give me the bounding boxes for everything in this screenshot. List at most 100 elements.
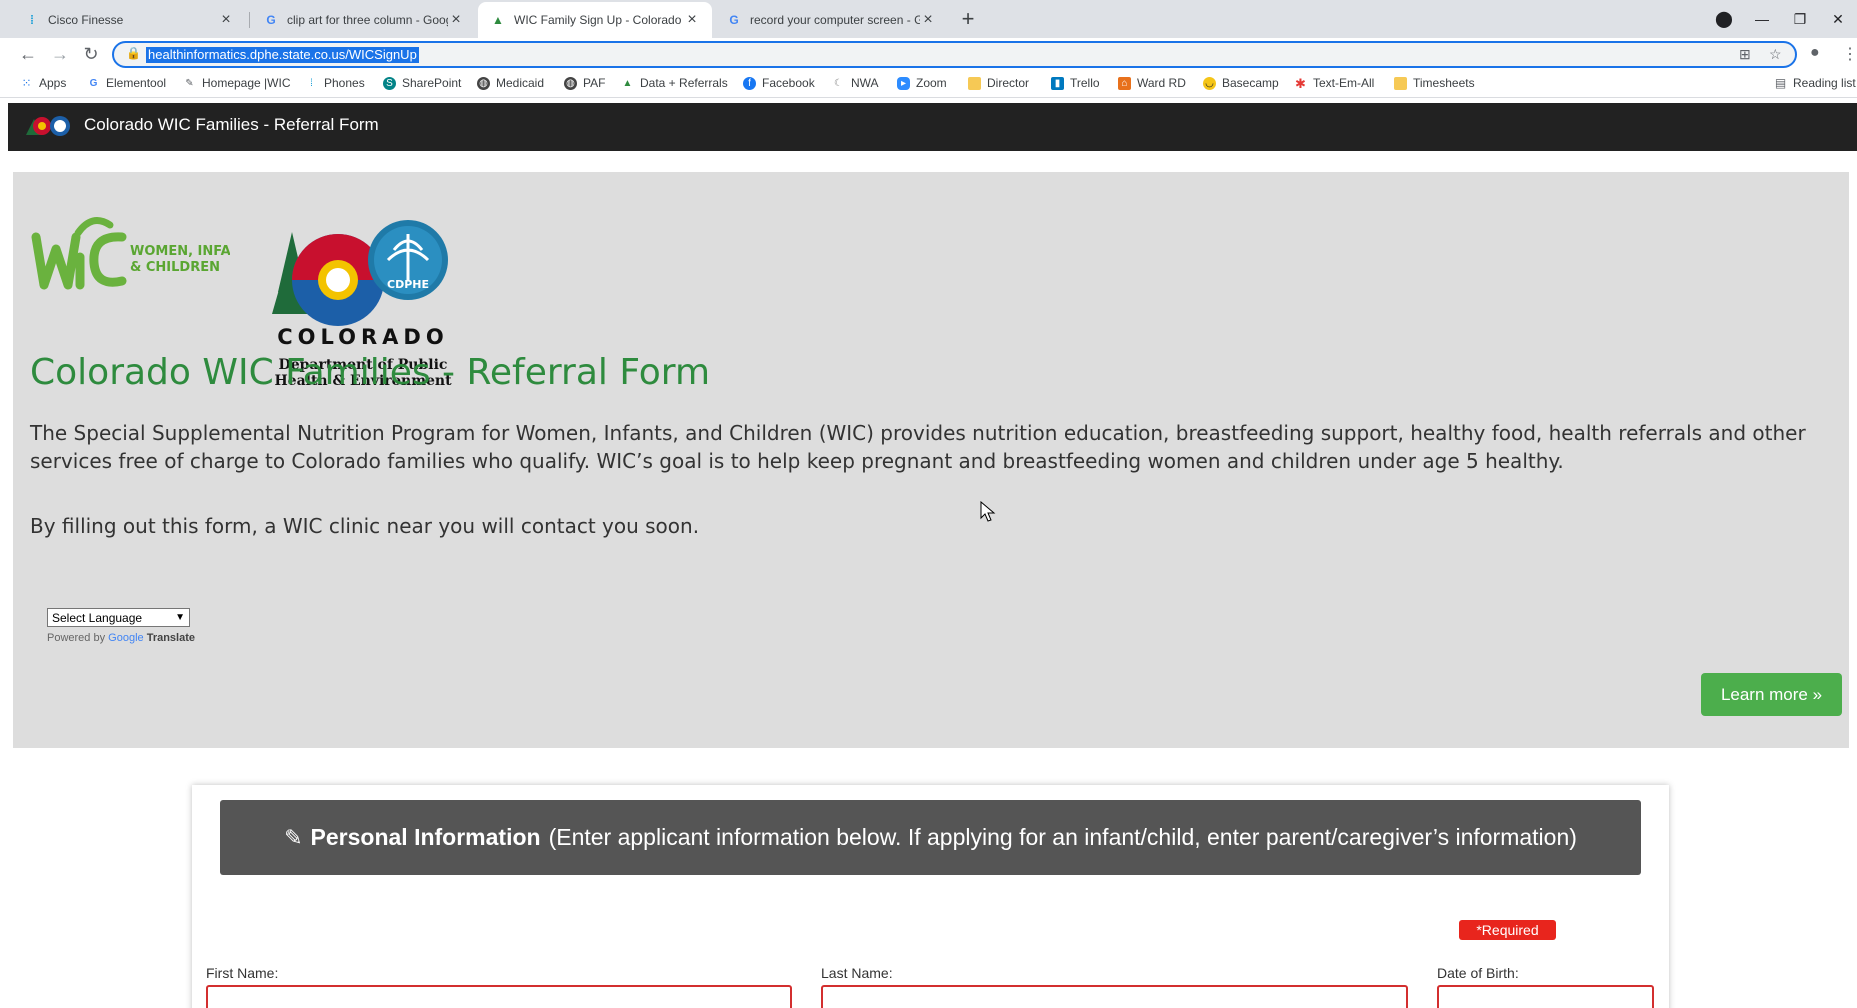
language-select-value: Select Language xyxy=(52,610,143,625)
reading-list[interactable]: ▤ Reading list xyxy=(1774,76,1856,90)
google-icon: G xyxy=(729,13,739,27)
tab-search-icon[interactable]: ⬤ xyxy=(1705,9,1743,29)
translate-link[interactable]: Translate xyxy=(147,632,195,644)
close-icon[interactable]: × xyxy=(920,11,936,29)
required-badge: *Required xyxy=(1459,920,1556,940)
forward-icon[interactable]: → xyxy=(48,42,72,66)
folder-icon xyxy=(1394,76,1407,90)
pencil-icon: ✎ xyxy=(284,824,303,850)
bookmark-homepage-wic[interactable]: ✎ Homepage |WIC xyxy=(183,76,290,90)
nwa-icon: ☾ xyxy=(834,77,843,89)
close-icon[interactable]: × xyxy=(684,11,700,29)
bookmark-nwa[interactable]: ☾ NWA xyxy=(832,76,879,90)
lock-icon[interactable]: 🔒 xyxy=(126,46,141,60)
tab-separator xyxy=(249,12,250,28)
dob-label: Date of Birth: xyxy=(1437,965,1519,981)
wic-icon: ▲ xyxy=(622,77,633,89)
tab-wic-family-sign-up[interactable]: ▲ WIC Family Sign Up - Colorado D × xyxy=(478,2,712,38)
minimize-icon[interactable]: — xyxy=(1743,11,1781,27)
zoom-icon: ▸ xyxy=(897,76,910,90)
bookmark-director[interactable]: Director xyxy=(968,76,1029,90)
first-name-input[interactable] xyxy=(206,985,792,1008)
bookmark-trello[interactable]: ▮ Trello xyxy=(1051,76,1100,90)
bookmark-medicaid[interactable]: ◍ Medicaid xyxy=(477,76,544,90)
menu-icon[interactable]: ⋮ xyxy=(1842,44,1857,64)
basecamp-icon: ◡ xyxy=(1203,76,1216,90)
folder-icon xyxy=(968,76,981,90)
web-page: Colorado WIC Families - Referral Form WO… xyxy=(8,103,1857,1008)
feather-icon: ✎ xyxy=(185,77,194,89)
tab-strip: ⁞ Cisco Finesse × G clip art for three c… xyxy=(0,0,1857,38)
cdphe-logo: CDPHE xyxy=(272,220,448,326)
learn-more-button[interactable]: Learn more » xyxy=(1701,673,1842,716)
intro-paragraph: The Special Supplemental Nutrition Progr… xyxy=(30,421,1806,473)
powered-by-google-translate: Powered by Google Translate xyxy=(47,632,195,644)
cdphe-badge-text: CDPHE xyxy=(387,278,429,291)
restore-icon[interactable]: ❐ xyxy=(1781,11,1819,28)
cisco-icon: ⁞ xyxy=(30,13,34,27)
wic-icon: ▲ xyxy=(492,13,504,27)
bookmarks-bar: ⁙ Apps G Elementool ✎ Homepage |WIC ⁞ Phones… xyxy=(0,70,1857,98)
last-name-input[interactable] xyxy=(821,985,1408,1008)
last-name-label: Last Name: xyxy=(821,965,893,981)
apps-grid-icon: ⁙ xyxy=(21,75,32,90)
browser-toolbar: ← → ↻ 🔒 healthinformatics.dphe.state.co.… xyxy=(0,38,1857,70)
personal-information-header: ✎ Personal Information (Enter applicant … xyxy=(220,800,1641,875)
reading-list-icon: ▤ xyxy=(1774,75,1787,90)
bookmark-apps[interactable]: ⁙ Apps xyxy=(20,76,66,90)
dob-input[interactable] xyxy=(1437,985,1654,1008)
bookmark-facebook[interactable]: f Facebook xyxy=(743,76,815,90)
language-select[interactable]: Select Language ▼ xyxy=(47,608,190,627)
colorado-wic-logo-icon[interactable] xyxy=(24,113,72,139)
tab-record-screen[interactable]: G record your computer screen - G × xyxy=(714,2,948,38)
hero-section: WOMEN, INFANTS, & CHILDREN CDPHE COLORAD… xyxy=(13,172,1849,748)
tab-clip-art[interactable]: G clip art for three column - Googl × xyxy=(251,2,476,38)
google-icon: G xyxy=(266,13,276,27)
profile-icon[interactable]: ● xyxy=(1810,44,1820,62)
google-text: Google xyxy=(108,632,144,644)
google-icon: G xyxy=(89,77,98,89)
bookmark-data-referrals[interactable]: ▲ Data + Referrals xyxy=(621,76,728,90)
wic-logo: WOMEN, INFANTS, & CHILDREN xyxy=(31,217,230,290)
section-note: (Enter applicant information below. If a… xyxy=(548,824,1577,850)
navbar-brand[interactable]: Colorado WIC Families - Referral Form xyxy=(84,115,379,135)
mouse-cursor-icon xyxy=(980,501,996,522)
back-icon[interactable]: ← xyxy=(16,42,40,66)
powered-by-text: Powered by xyxy=(47,632,106,644)
bookmark-star-icon[interactable]: ☆ xyxy=(1769,46,1782,63)
bookmark-paf[interactable]: ◍ PAF xyxy=(564,76,605,90)
first-name-label: First Name: xyxy=(206,965,279,981)
bookmark-text-em-all[interactable]: ✱ Text-Em-All xyxy=(1294,76,1374,90)
bookmark-elementool[interactable]: G Elementool xyxy=(87,76,166,90)
colorado-wordmark: COLORADO xyxy=(277,325,449,349)
bookmark-basecamp[interactable]: ◡ Basecamp xyxy=(1203,76,1279,90)
page-title: Colorado WIC Families - Referral Form xyxy=(30,352,711,393)
wic-tagline-1: WOMEN, INFANTS, xyxy=(130,244,230,259)
url-text[interactable]: healthinformatics.dphe.state.co.us/WICSi… xyxy=(146,47,419,63)
text-em-all-icon: ✱ xyxy=(1295,75,1306,91)
bookmark-sharepoint[interactable]: S SharePoint xyxy=(383,76,461,90)
globe-icon: ◍ xyxy=(477,76,490,90)
globe-icon: ◍ xyxy=(564,76,577,90)
close-window-icon[interactable]: ✕ xyxy=(1819,11,1857,28)
sharepoint-icon: S xyxy=(383,76,396,90)
new-tab-button[interactable]: + xyxy=(955,6,981,32)
close-icon[interactable]: × xyxy=(448,11,464,29)
close-icon[interactable]: × xyxy=(218,11,234,29)
ward-rd-icon: ⌂ xyxy=(1118,76,1131,90)
bookmark-ward-rd[interactable]: ⌂ Ward RD xyxy=(1118,76,1186,90)
chevron-down-icon: ▼ xyxy=(175,612,185,623)
trello-icon: ▮ xyxy=(1051,76,1064,90)
bookmark-zoom[interactable]: ▸ Zoom xyxy=(897,76,947,90)
install-app-icon[interactable]: ⊞ xyxy=(1739,46,1751,63)
personal-information-card: ✎ Personal Information (Enter applicant … xyxy=(192,785,1669,1008)
bookmark-timesheets[interactable]: Timesheets xyxy=(1394,76,1475,90)
contact-note: By filling out this form, a WIC clinic n… xyxy=(30,514,700,538)
tab-cisco-finesse[interactable]: ⁞ Cisco Finesse × xyxy=(12,2,246,38)
reload-icon[interactable]: ↻ xyxy=(79,42,103,66)
facebook-icon: f xyxy=(743,76,756,90)
address-bar[interactable]: 🔒 healthinformatics.dphe.state.co.us/WIC… xyxy=(112,41,1797,68)
bookmark-phones[interactable]: ⁞ Phones xyxy=(305,76,365,90)
window-controls: ⬤ — ❐ ✕ xyxy=(1705,0,1857,38)
cisco-icon: ⁞ xyxy=(310,77,313,89)
